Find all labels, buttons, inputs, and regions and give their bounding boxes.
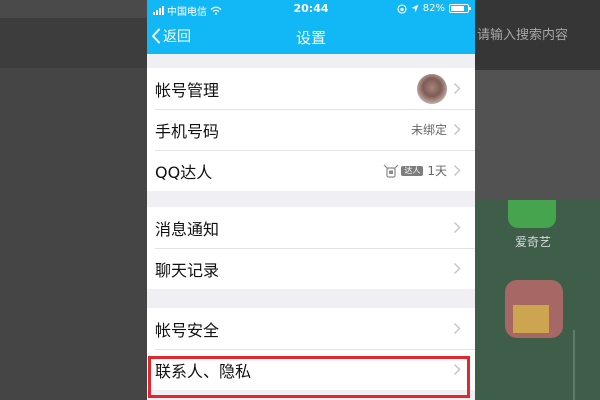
background-divider xyxy=(573,330,575,400)
settings-group-messages: 消息通知 聊天记录 xyxy=(147,207,475,289)
location-icon xyxy=(411,4,419,13)
chevron-right-icon xyxy=(453,164,461,177)
settings-row-chat-history[interactable]: 聊天记录 xyxy=(147,248,475,289)
status-right: 82% xyxy=(397,3,471,14)
talent-days: 1天 xyxy=(427,164,447,178)
iqiyi-app-icon xyxy=(508,200,556,228)
talent-badge-icon xyxy=(383,164,399,178)
row-label: 消息通知 xyxy=(155,219,220,239)
avatar xyxy=(417,73,447,104)
chevron-right-icon xyxy=(453,262,461,275)
qq-talent-value: 达人 1天 xyxy=(383,162,447,179)
right-backdrop: 请输入搜索内容 爱奇艺 xyxy=(475,0,600,400)
phone-screen: 中国电信 20:44 82% 返回 设置 帐号管理 手机号码 未绑定 QQ达人 … xyxy=(147,0,475,400)
settings-row-account-security[interactable]: 帐号安全 xyxy=(147,308,475,349)
background-app-label: 爱奇艺 xyxy=(515,235,552,249)
left-backdrop-band xyxy=(0,18,147,68)
settings-group-security: 帐号安全 联系人、隐私 xyxy=(147,308,475,390)
chevron-right-icon xyxy=(453,322,461,335)
row-label: 联系人、隐私 xyxy=(155,361,252,381)
chevron-right-icon xyxy=(453,221,461,234)
chevron-right-icon xyxy=(453,82,461,95)
rotation-lock-icon xyxy=(397,3,407,14)
navigation-bar: 返回 设置 xyxy=(147,18,475,54)
left-backdrop xyxy=(0,0,147,400)
battery-percentage: 82% xyxy=(422,3,445,14)
settings-row-contacts-privacy[interactable]: 联系人、隐私 xyxy=(147,349,475,390)
talent-badge: 达人 xyxy=(383,164,424,178)
talent-badge-text: 达人 xyxy=(401,165,424,176)
row-label: 聊天记录 xyxy=(155,260,220,280)
settings-row-account-management[interactable]: 帐号管理 xyxy=(147,68,475,109)
row-label: 帐号安全 xyxy=(155,320,220,340)
settings-row-phone-number[interactable]: 手机号码 未绑定 xyxy=(147,109,475,150)
settings-row-notifications[interactable]: 消息通知 xyxy=(147,207,475,248)
battery-icon xyxy=(449,4,471,13)
page-title: 设置 xyxy=(295,29,326,47)
status-bar: 中国电信 20:44 82% xyxy=(147,0,475,18)
blurred-app-icon-detail xyxy=(513,305,549,333)
right-backdrop-gray xyxy=(475,70,600,200)
row-label: 帐号管理 xyxy=(155,80,220,100)
settings-group-account: 帐号管理 手机号码 未绑定 QQ达人 达人 1天 xyxy=(147,68,475,191)
settings-row-qq-talent[interactable]: QQ达人 达人 1天 xyxy=(147,150,475,191)
chevron-right-icon xyxy=(453,123,461,136)
row-label: 手机号码 xyxy=(155,121,220,141)
phone-binding-status: 未绑定 xyxy=(410,123,447,137)
left-backdrop-shade xyxy=(0,68,147,400)
background-search-placeholder: 请输入搜索内容 xyxy=(477,28,569,43)
chevron-right-icon xyxy=(453,363,461,376)
row-label: QQ达人 xyxy=(155,162,213,182)
